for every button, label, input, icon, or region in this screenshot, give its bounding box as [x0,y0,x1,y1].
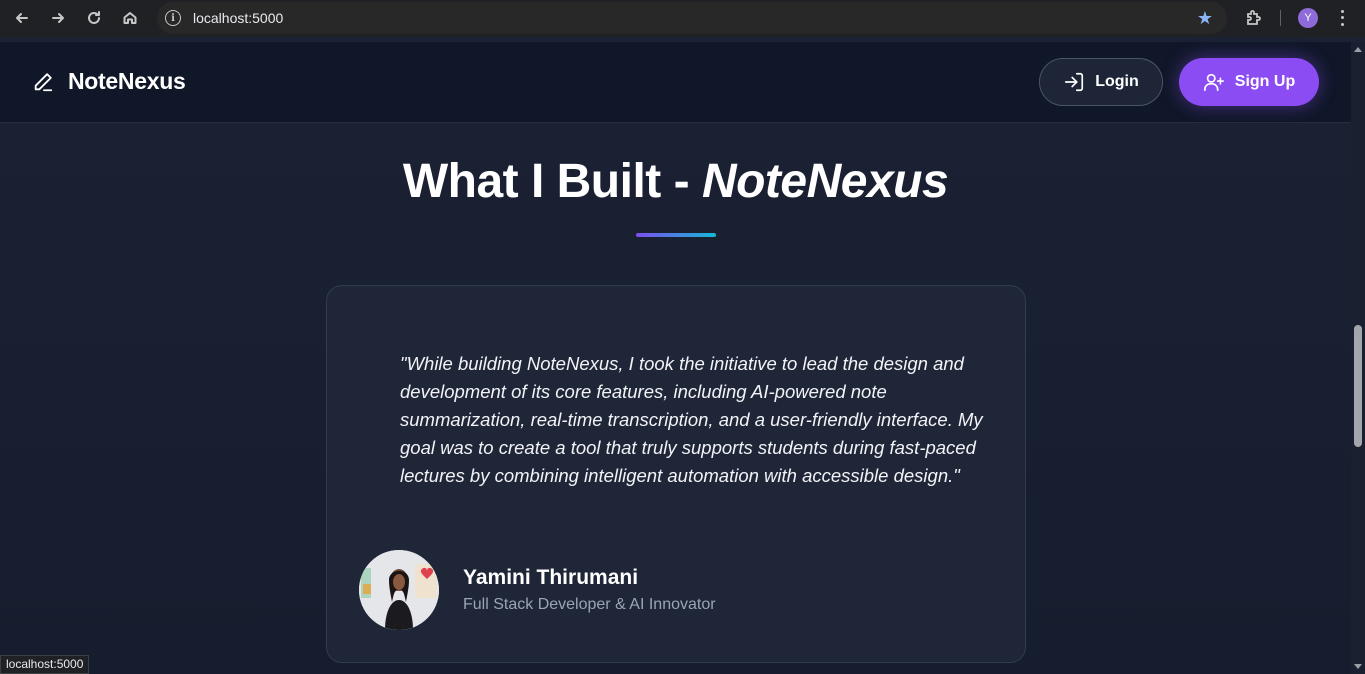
login-button[interactable]: Login [1039,58,1163,106]
bookmark-star-icon[interactable]: ★ [1197,8,1213,29]
sign-up-button[interactable]: Sign Up [1179,58,1319,106]
reload-icon[interactable] [82,6,106,30]
page-scrollbar[interactable] [1351,42,1365,674]
author-info: Yamini Thirumani Full Stack Developer & … [463,566,716,614]
user-plus-icon [1203,73,1224,92]
author-block: Yamini Thirumani Full Stack Developer & … [359,550,716,630]
title-prefix: What I Built - [402,155,702,208]
login-icon [1065,72,1084,92]
section-title: What I Built - NoteNexus [0,154,1351,209]
url-text[interactable]: localhost:5000 [193,10,283,26]
author-avatar [359,550,439,630]
testimonial-card: "While building NoteNexus, I took the in… [326,285,1026,663]
title-underline [636,233,716,237]
address-bar[interactable]: i localhost:5000 ★ [157,2,1227,34]
testimonial-quote: "While building NoteNexus, I took the in… [400,353,983,486]
home-icon[interactable] [118,6,142,30]
login-label: Login [1095,73,1139,90]
brand-logo[interactable]: NoteNexus [32,68,186,95]
link-status-bubble: localhost:5000 [0,655,90,674]
menu-icon[interactable] [1336,8,1348,28]
scroll-down-arrow-icon[interactable] [1354,664,1362,669]
author-name: Yamini Thirumani [463,566,639,589]
author-role: Full Stack Developer & AI Innovator [463,596,716,613]
pencil-icon [34,72,53,91]
scroll-thumb[interactable] [1354,325,1362,447]
brand-name: NoteNexus [68,68,186,94]
profile-avatar[interactable]: Y [1298,8,1318,28]
toolbar-divider [1280,10,1281,26]
extensions-icon[interactable] [1244,8,1264,28]
scroll-up-arrow-icon[interactable] [1354,47,1362,52]
browser-toolbar: i localhost:5000 ★ Y [0,0,1365,37]
back-icon[interactable] [10,6,34,30]
main-section: What I Built - NoteNexus "While building… [0,124,1351,674]
sign-up-label: Sign Up [1234,73,1296,90]
forward-icon[interactable] [46,6,70,30]
title-emphasis: NoteNexus [701,155,949,208]
author-photo [359,550,439,630]
site-info-icon[interactable]: i [165,10,181,26]
site-header: NoteNexus Login Sign Up [0,42,1351,123]
